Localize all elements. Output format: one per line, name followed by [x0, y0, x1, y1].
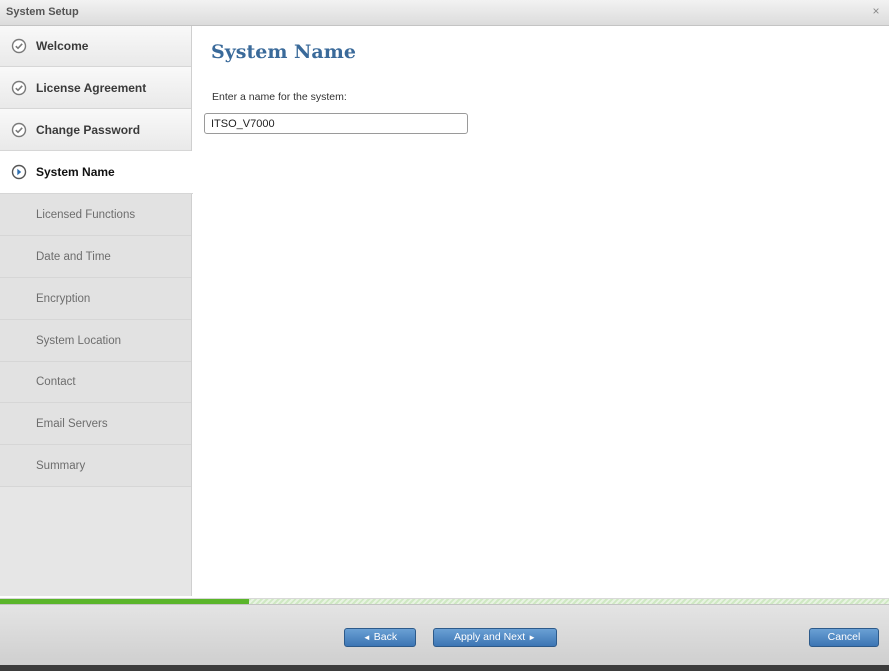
back-arrow-icon: ◄: [362, 633, 371, 642]
cancel-button-label: Cancel: [827, 631, 861, 643]
step-encryption[interactable]: Encryption: [0, 278, 191, 320]
step-label: Licensed Functions: [36, 208, 136, 221]
step-label: Change Password: [36, 122, 141, 137]
content-panel: System Name Enter a name for the system:: [193, 26, 889, 596]
step-summary[interactable]: Summary: [0, 445, 191, 487]
close-icon[interactable]: ×: [869, 4, 883, 18]
step-label: System Location: [36, 334, 122, 347]
step-label: Welcome: [36, 39, 89, 53]
step-email-servers[interactable]: Email Servers: [0, 403, 191, 445]
step-date-and-time[interactable]: Date and Time: [0, 236, 191, 278]
step-contact[interactable]: Contact: [0, 362, 191, 403]
apply-and-next-label: Apply and Next: [453, 631, 526, 643]
step-label: Email Servers: [36, 417, 108, 430]
step-label: System Name: [36, 165, 115, 179]
next-arrow-icon: ►: [528, 633, 537, 642]
step-label: Contact: [36, 376, 76, 388]
cancel-button[interactable]: Cancel: [809, 628, 879, 647]
step-license-agreement[interactable]: License Agreement: [0, 67, 191, 109]
wizard-footer: ◄ Back Apply and Next ► Cancel: [0, 604, 889, 665]
check-circle-icon: [11, 38, 27, 54]
step-system-location[interactable]: System Location: [0, 320, 191, 362]
step-welcome[interactable]: Welcome: [0, 26, 191, 67]
wizard-steps-sidebar: Welcome License Agreement Change Passwor…: [0, 26, 193, 596]
step-label: Summary: [36, 459, 86, 472]
check-circle-icon: [11, 122, 27, 137]
step-licensed-functions[interactable]: Licensed Functions: [0, 194, 191, 236]
page-title: System Name: [211, 41, 356, 63]
window-title: System Setup: [6, 6, 79, 18]
back-button[interactable]: ◄ Back: [344, 628, 416, 647]
step-change-password[interactable]: Change Password: [0, 109, 191, 151]
apply-and-next-button[interactable]: Apply and Next ►: [433, 628, 557, 647]
system-name-input[interactable]: [204, 113, 468, 134]
step-label: Encryption: [36, 292, 91, 305]
step-label: Date and Time: [36, 250, 111, 263]
system-name-label: Enter a name for the system:: [212, 91, 347, 103]
arrow-circle-icon: [11, 164, 27, 180]
step-label: License Agreement: [36, 80, 147, 95]
step-system-name[interactable]: System Name: [0, 151, 193, 194]
check-circle-icon: [11, 80, 27, 95]
title-bar: System Setup ×: [0, 0, 889, 26]
back-button-label: Back: [373, 631, 398, 643]
window-bottom-border: [0, 665, 889, 671]
